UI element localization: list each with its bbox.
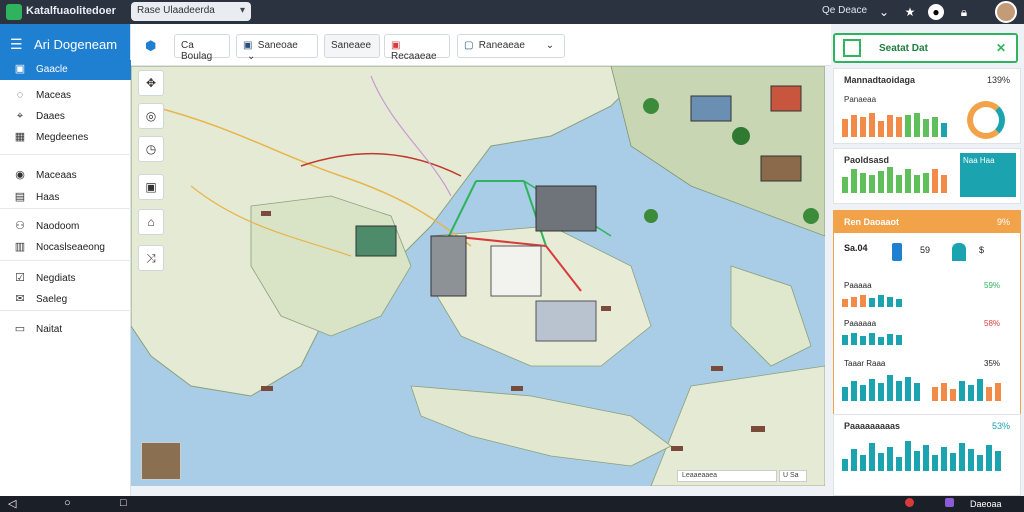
close-icon[interactable]: ✕ [996, 41, 1006, 55]
clock-time: Daeoaa [970, 499, 1002, 509]
mini-bar-chart [842, 333, 912, 345]
workspace-selector[interactable]: Rase Ulaadeerda ▾ [131, 2, 251, 21]
metric-card: Paoldsasd Naa Haa [833, 148, 1021, 204]
toolbar-button-search[interactable]: Ca Boulag [174, 34, 230, 62]
highlight-tile[interactable]: Naa Haa [960, 153, 1016, 197]
menu-icon[interactable]: ☰ [10, 36, 23, 53]
sidebar-item-negdiats[interactable]: ☑ Negdiats [0, 269, 131, 289]
sidebar-item-megdeenes[interactable]: ▦ Megdeenes [0, 128, 131, 148]
chevron-down-icon: ⌄ [247, 51, 256, 62]
layers-icon: ▢ [464, 40, 474, 51]
sidebar: ☰ Ari Dogeneam ▣ Gaacle ◌ Maceas ⌖ Daaes… [0, 24, 131, 496]
layers-tool-icon[interactable]: ▣ [138, 174, 164, 200]
sidebar-item-haas[interactable]: ▤ Haas [0, 188, 131, 208]
bar-chart [842, 437, 1012, 471]
divider [0, 208, 131, 209]
avatar[interactable] [995, 1, 1017, 23]
compass-icon[interactable]: ✥ [138, 70, 164, 96]
bar-chart [842, 371, 1012, 401]
doc-icon: ▣ [243, 40, 253, 51]
map-scale: Leaaeaaea [677, 470, 777, 482]
minimap-thumbnail[interactable] [141, 442, 181, 480]
app-logo-icon [6, 4, 22, 20]
app-icon[interactable] [945, 498, 954, 507]
sidebar-item-daaes[interactable]: ⌖ Daaes [0, 107, 131, 127]
star-icon[interactable]: ★ [902, 4, 918, 20]
chart-icon: ▥ [14, 241, 26, 253]
sidebar-item-maceas[interactable]: ◌ Maceas [0, 86, 131, 106]
back-icon[interactable]: ◁ [8, 497, 16, 510]
map-illustration [131, 66, 825, 486]
table-icon [843, 39, 861, 57]
home-button[interactable]: ⬢ [143, 34, 167, 58]
sidebar-item-gaacle[interactable]: ▣ Gaacle [0, 60, 131, 80]
mail-icon: ✉ [15, 293, 25, 305]
map-icon: ◌ [16, 89, 24, 101]
toolbar-button-doc[interactable]: ▣ Saneoae ⌄ [236, 34, 318, 62]
table-icon: ▤ [14, 191, 26, 203]
bell-icon[interactable]: ● [928, 4, 944, 20]
chevron-down-icon: ⌄ [545, 40, 555, 51]
pin-icon: ⌖ [16, 110, 24, 122]
tank-icon [952, 243, 966, 261]
analytics-panel: Seatat Dat ✕ Mannadtaoidaga 139% Panaeaa… [831, 24, 1024, 496]
map-canvas[interactable]: Leaaeaaea U Sa [131, 66, 825, 486]
toolbar-button-filter[interactable]: Saneaee [324, 34, 380, 58]
sidebar-item-naitat[interactable]: ▭ Naitat [0, 320, 131, 340]
metric-card: Mannadtaoidaga 139% Panaeaa [833, 68, 1021, 144]
sidebar-title: Ari Dogeneam [34, 37, 118, 52]
target-icon[interactable]: ◎ [138, 103, 164, 129]
metric-card-group: Ren Daoaaot 9% Sa.04 59 $ Paaaaa 59% Paa… [833, 210, 1021, 434]
panel-header: Seatat Dat ✕ [833, 33, 1018, 63]
map-attribution: U Sa [779, 470, 807, 482]
recent-apps-icon[interactable]: □ [120, 497, 127, 509]
map-toolbar: ⬢ Ca Boulag ▣ Saneoae ⌄ Saneaee ▣ Recaae… [131, 24, 831, 66]
user-label[interactable]: Qe Deace [822, 5, 867, 16]
app-name: Katalfuaolitedoer [26, 5, 116, 17]
divider [0, 260, 131, 261]
calendar-icon: ▣ [14, 63, 26, 75]
tank-value: $ [979, 245, 985, 255]
home-circle-icon[interactable]: ○ [64, 497, 71, 509]
location-icon: ◉ [15, 169, 25, 181]
divider [0, 310, 131, 311]
metric-card: Paaaaaaaaas 53% [833, 414, 1021, 496]
home-icon: ⬢ [145, 38, 157, 53]
bar-chart [842, 109, 952, 137]
flag-icon: ▣ [391, 40, 401, 51]
notification-icon[interactable] [905, 498, 914, 507]
toolbar-button-layers[interactable]: ▢ Raneaeae ⌄ [457, 34, 565, 58]
sidebar-item-naodoom[interactable]: ⚇ Naodoom [0, 217, 131, 237]
clock-icon[interactable]: ◷ [138, 136, 164, 162]
grid-icon: ▦ [14, 131, 26, 143]
bar-chart [842, 165, 952, 193]
sidebar-item-nocaslseaeong[interactable]: ▥ Nocaslseaeong [0, 238, 131, 258]
toolbar-button-flag[interactable]: ▣ Recaaeae [384, 34, 450, 62]
chevron-down-icon: ▾ [239, 5, 245, 16]
lock-icon[interactable]: 🔒︎ [956, 4, 972, 20]
donut-chart [967, 101, 1005, 139]
sidebar-item-maceaas[interactable]: ◉ Maceaas [0, 166, 131, 186]
document-icon: ▭ [14, 323, 26, 335]
top-bar: Katalfuaolitedoer Rase Ulaadeerda ▾ Qe D… [0, 0, 1024, 24]
sidebar-item-saeleg[interactable]: ✉ Saeleg [0, 290, 131, 310]
check-icon: ☑ [15, 272, 25, 284]
route-icon[interactable]: ⤨ [138, 245, 164, 271]
people-icon: ⚇ [15, 220, 25, 232]
chevron-down-icon[interactable]: ⌄ [876, 4, 892, 20]
workspace-label: Rase Ulaadeerda [137, 5, 215, 16]
divider [0, 154, 131, 155]
home-tool-icon[interactable]: ⌂ [138, 209, 164, 235]
battery-icon [892, 243, 902, 261]
taskbar: ◁ ○ □ Daeoaa [0, 496, 1024, 512]
panel-title: Seatat Dat [879, 43, 928, 54]
mini-bar-chart [842, 295, 912, 307]
